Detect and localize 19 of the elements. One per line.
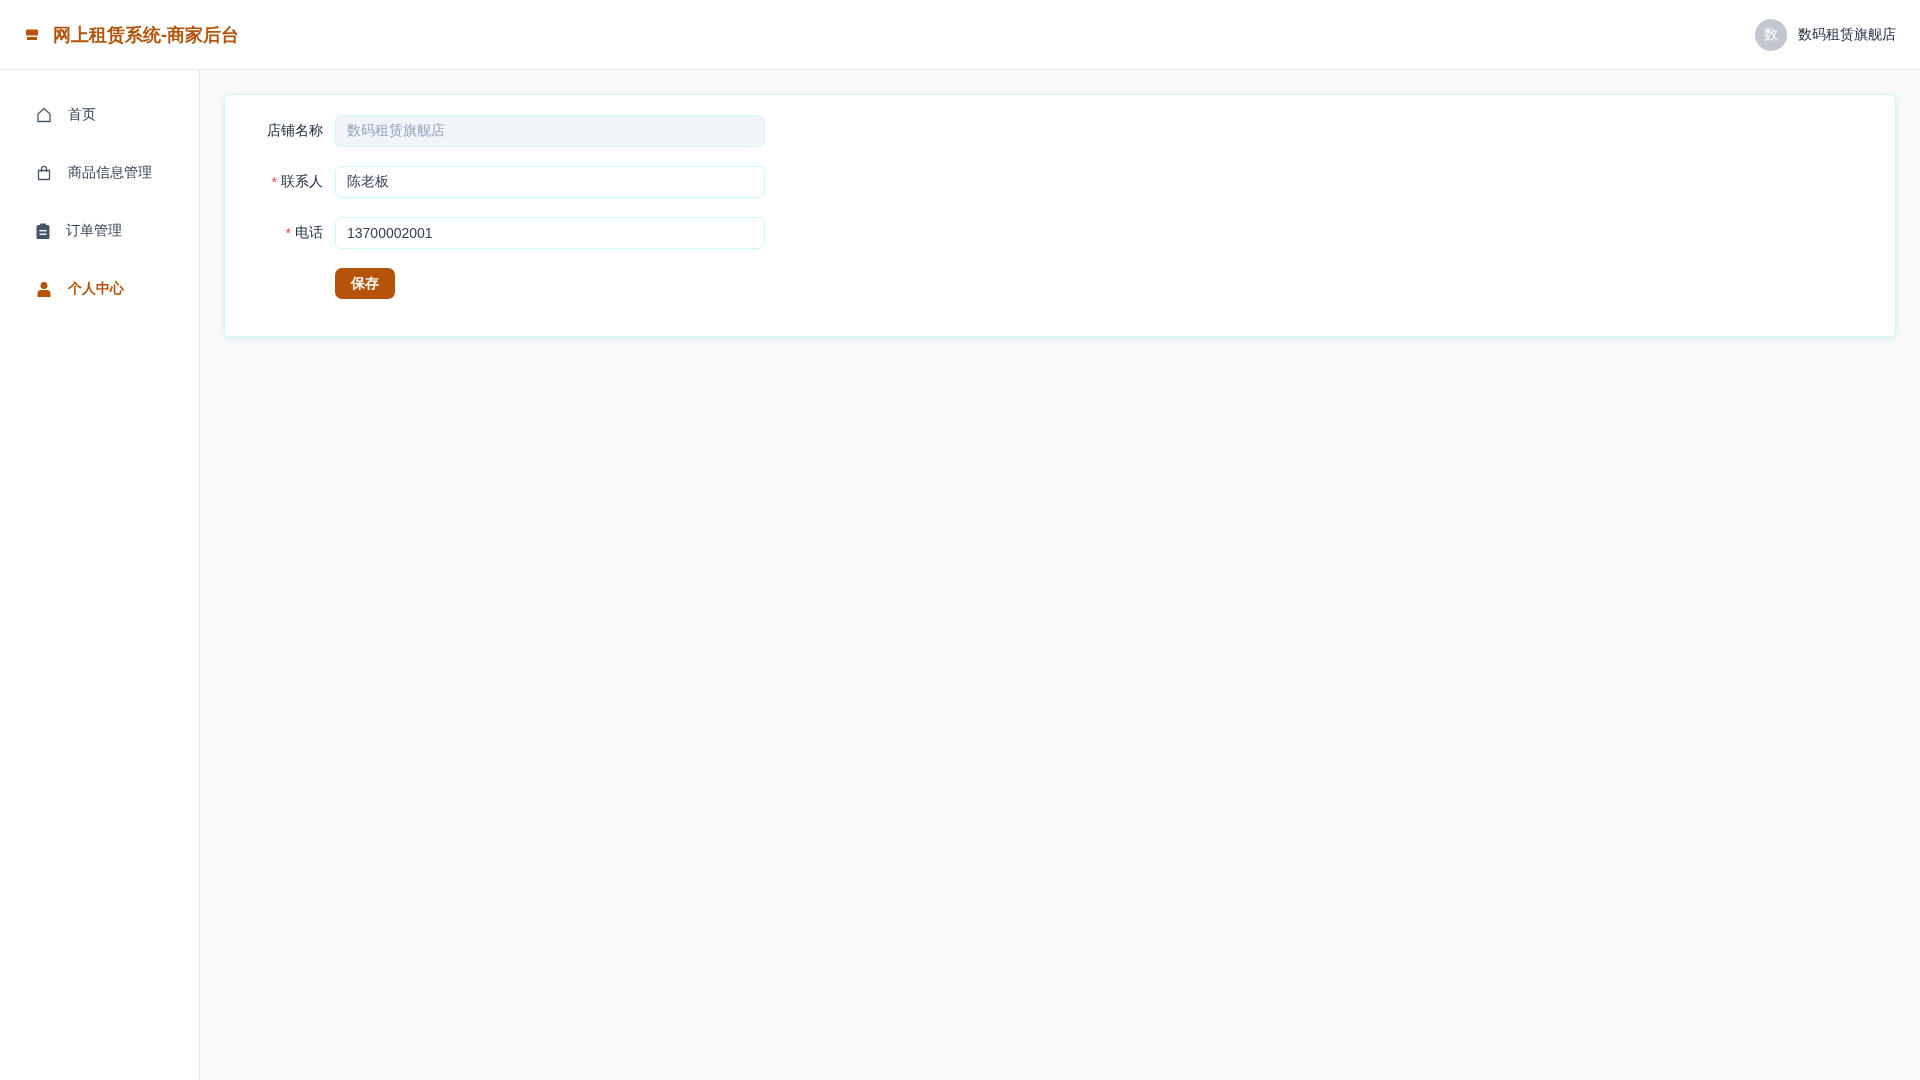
required-mark: * (285, 225, 291, 241)
clipboard-icon (36, 223, 50, 239)
shopping-bag-icon (36, 165, 52, 181)
field-label: 联系人 (281, 173, 323, 191)
required-mark: * (271, 174, 277, 190)
save-button[interactable]: 保存 (335, 268, 395, 299)
input-field[interactable]: 13700002001 (335, 217, 765, 249)
user-icon (36, 281, 52, 297)
app-title: 网上租赁系统-商家后台 (53, 23, 239, 47)
user-name[interactable]: 数码租赁旗舰店 (1798, 25, 1896, 44)
sidebar-item[interactable]: 订单管理 (0, 202, 199, 260)
field-label: 电话 (295, 224, 323, 242)
house-icon (36, 107, 52, 123)
sidebar-item[interactable]: 商品信息管理 (0, 144, 199, 202)
field-label: 店铺名称 (267, 122, 323, 140)
sidebar-item[interactable]: 个人中心 (0, 260, 199, 318)
sidebar-item[interactable]: 首页 (0, 86, 199, 144)
logo-icon (26, 29, 38, 40)
input-field[interactable]: 陈老板 (335, 166, 765, 198)
